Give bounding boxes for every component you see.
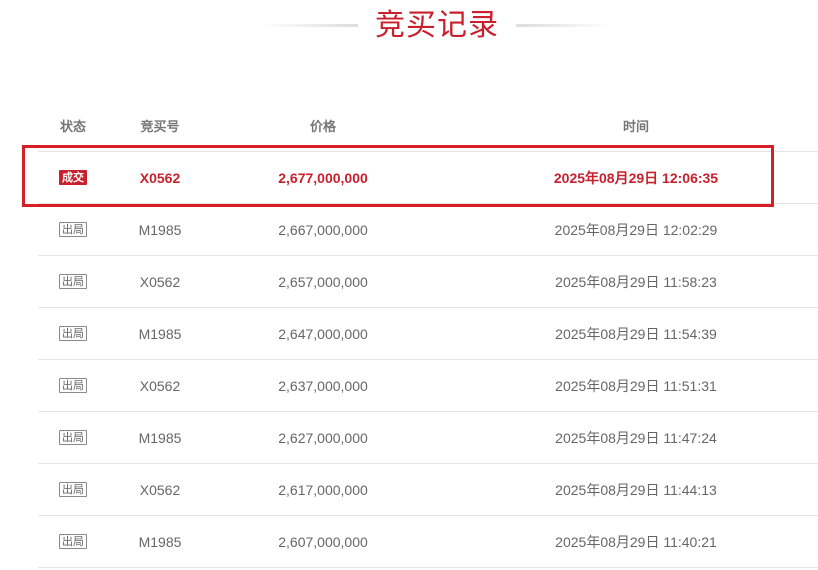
time-cell: 2025年08月29日 12:06:35 — [553, 169, 719, 186]
time-cell: 2025年08月29日 12:02:29 — [554, 221, 718, 238]
bidder-cell: X0562 — [139, 273, 181, 290]
price-cell: 2,637,000,000 — [278, 377, 368, 394]
table-row-winning: 成交 X0562 2,677,000,000 2025年08月29日 12:06… — [38, 152, 818, 204]
time-cell: 2025年08月29日 11:54:39 — [555, 325, 717, 342]
bidder-cell: M1985 — [138, 221, 182, 238]
status-cell: 出局 — [38, 256, 108, 307]
table-row: 出局 M1985 2,647,000,000 2025年08月29日 11:54… — [38, 308, 818, 360]
price-cell: 2,617,000,000 — [278, 481, 368, 498]
status-cell: 出局 — [38, 360, 108, 411]
bidder-cell: M1985 — [138, 325, 182, 342]
status-badge-sold: 成交 — [59, 170, 87, 185]
status-badge-out: 出局 — [59, 378, 87, 393]
header-price: 价格 — [309, 119, 336, 134]
status-cell: 出局 — [38, 516, 108, 567]
table-row: 出局 M1985 2,607,000,000 2025年08月29日 11:40… — [38, 516, 818, 568]
status-badge-out: 出局 — [59, 326, 87, 341]
price-cell: 2,607,000,000 — [278, 533, 368, 550]
title-divider-right — [516, 24, 612, 27]
time-cell: 2025年08月29日 11:47:24 — [555, 429, 717, 446]
table-row: 出局 X0562 2,617,000,000 2025年08月29日 11:44… — [38, 464, 818, 516]
header-status: 状态 — [59, 119, 86, 134]
table-header: 状态 竞买号 价格 时间 — [38, 100, 818, 152]
bidder-cell: M1985 — [138, 429, 182, 446]
table-row: 出局 X0562 2,657,000,000 2025年08月29日 11:58… — [38, 256, 818, 308]
status-badge-out: 出局 — [59, 482, 87, 497]
header-time: 时间 — [622, 119, 649, 134]
status-badge-out: 出局 — [59, 274, 87, 289]
time-cell: 2025年08月29日 11:58:23 — [555, 273, 717, 290]
price-cell: 2,627,000,000 — [278, 429, 368, 446]
time-cell: 2025年08月29日 11:40:21 — [555, 533, 717, 550]
status-badge-out: 出局 — [59, 534, 87, 549]
bidder-cell: X0562 — [139, 377, 181, 394]
title-bar: 竞买记录 — [0, 0, 818, 52]
time-cell: 2025年08月29日 11:44:13 — [555, 481, 717, 498]
price-cell: 2,657,000,000 — [278, 273, 368, 290]
header-bidder: 竞买号 — [140, 119, 180, 134]
page-title: 竞买记录 — [375, 8, 499, 43]
table-row: 出局 M1985 2,627,000,000 2025年08月29日 11:47… — [38, 412, 818, 464]
time-cell: 2025年08月29日 11:51:31 — [555, 377, 717, 394]
table-row: 出局 M1985 2,667,000,000 2025年08月29日 12:02… — [38, 204, 818, 256]
bid-record-table: 状态 竞买号 价格 时间 成交 X0562 2,677,000,000 2025… — [38, 100, 818, 568]
status-cell: 成交 — [38, 152, 108, 203]
price-cell: 2,667,000,000 — [278, 221, 368, 238]
status-badge-out: 出局 — [59, 430, 87, 445]
bidder-cell: M1985 — [138, 533, 182, 550]
status-badge-out: 出局 — [59, 222, 87, 237]
status-cell: 出局 — [38, 464, 108, 515]
bidder-cell: X0562 — [139, 169, 181, 186]
price-cell: 2,677,000,000 — [278, 169, 368, 186]
table-row: 出局 X0562 2,637,000,000 2025年08月29日 11:51… — [38, 360, 818, 412]
price-cell: 2,647,000,000 — [278, 325, 368, 342]
status-cell: 出局 — [38, 412, 108, 463]
status-cell: 出局 — [38, 308, 108, 359]
title-divider-left — [262, 24, 358, 27]
status-cell: 出局 — [38, 204, 108, 255]
bidder-cell: X0562 — [139, 481, 181, 498]
